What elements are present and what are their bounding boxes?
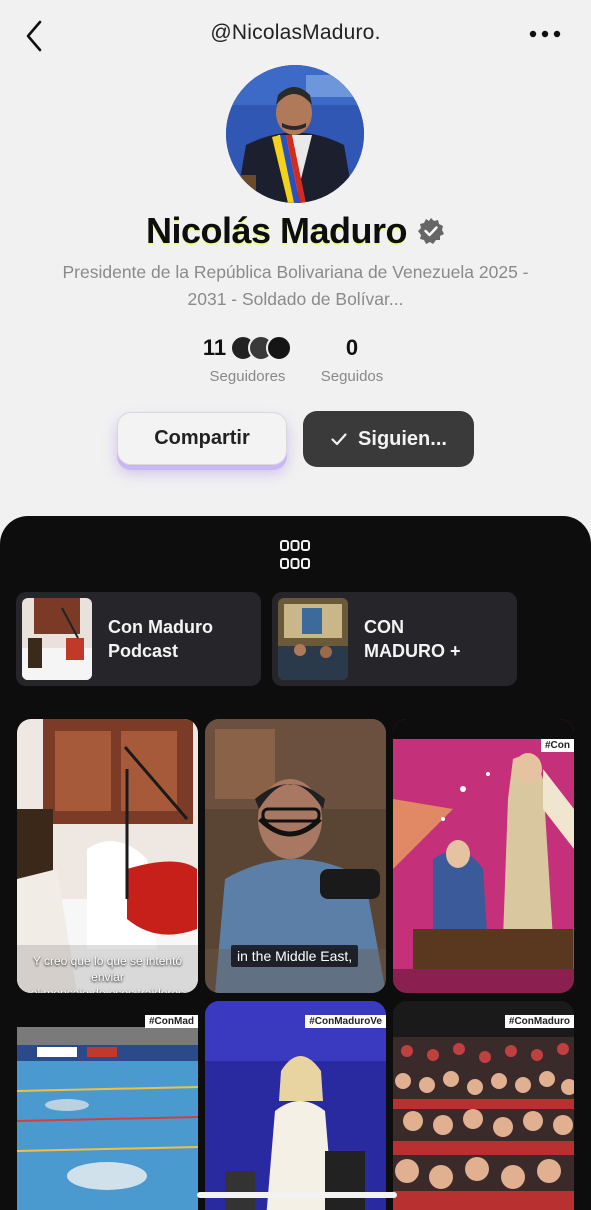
- video-caption: Y creo que lo que se intentó enviar el m…: [30, 954, 185, 993]
- collection-card[interactable]: Con Maduro Podcast: [16, 592, 261, 686]
- grid-icon[interactable]: [279, 538, 311, 572]
- followers-label: Seguidores: [209, 368, 286, 385]
- following-label: Seguidos: [320, 368, 384, 385]
- followers-count: 11: [202, 335, 227, 360]
- video-tile[interactable]: #Con: [393, 719, 574, 993]
- more-options-button[interactable]: [527, 22, 563, 46]
- profile-stats: 11 Seguidores 0 Seguidos: [0, 332, 591, 392]
- following-count: 0: [345, 335, 359, 360]
- hashtag-label: #ConMaduro: [504, 1015, 574, 1028]
- video-tile[interactable]: #ConMaduroVe: [205, 1001, 386, 1210]
- following-button[interactable]: Siguien...: [303, 411, 474, 467]
- following-stat[interactable]: 0 Seguidos: [312, 332, 392, 385]
- profile-bio: Presidente de la República Bolivariana d…: [62, 262, 529, 309]
- video-tile[interactable]: Y creo que lo que se intentó enviar el m…: [17, 719, 198, 993]
- video-caption: in the Middle East,: [231, 945, 359, 967]
- collection-thumbnail: [22, 598, 92, 680]
- share-button[interactable]: Compartir: [117, 412, 287, 465]
- hashtag-label: #Con: [541, 739, 574, 752]
- video-tile[interactable]: in the Middle East,: [205, 719, 386, 993]
- hashtag-label: #ConMaduroVe: [305, 1015, 386, 1028]
- collection-card[interactable]: CON MADURO +: [272, 592, 517, 686]
- avatar-image: [226, 65, 364, 203]
- profile-avatar[interactable]: [226, 65, 364, 203]
- top-bar: @NicolasMaduro.: [0, 0, 591, 70]
- check-icon: [331, 433, 347, 446]
- followers-stat[interactable]: 11 Seguidores: [200, 332, 295, 385]
- more-horizontal-icon: [529, 30, 561, 38]
- video-tile[interactable]: #ConMaduro: [393, 1001, 574, 1210]
- name-row: Nicolás Maduro: [0, 206, 591, 256]
- verified-badge-icon: [418, 218, 445, 244]
- profile-name: Nicolás Maduro: [145, 210, 408, 251]
- video-tile[interactable]: #ConMad: [17, 1001, 198, 1210]
- profile-handle: @NicolasMaduro.: [210, 21, 381, 44]
- follower-avatar: [266, 335, 293, 361]
- content-panel: Con Maduro Podcast CON MADURO + Y creo q…: [0, 516, 591, 1210]
- home-indicator: [197, 1192, 397, 1198]
- hashtag-label: #ConMad: [145, 1015, 198, 1028]
- follower-avatars: [230, 335, 293, 361]
- following-button-label: Siguien...: [358, 427, 447, 450]
- collection-title: CON MADURO +: [364, 617, 461, 661]
- collection-thumbnail: [278, 598, 348, 680]
- collection-title: Con Maduro Podcast: [108, 617, 213, 661]
